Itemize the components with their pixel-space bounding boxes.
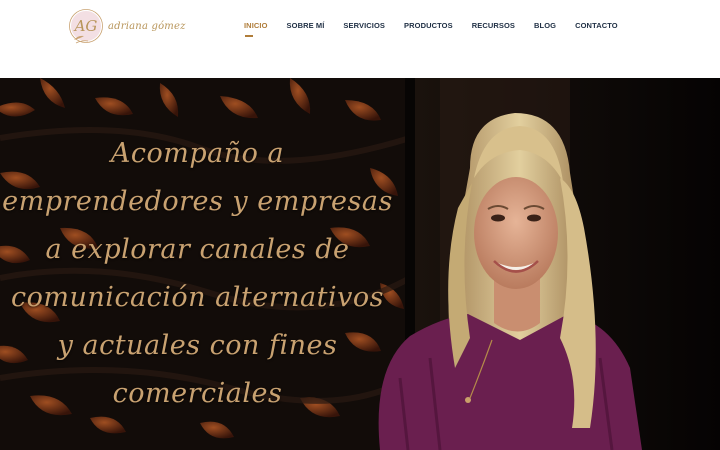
logo-monogram-icon: AG bbox=[69, 9, 103, 44]
hero-headline-line: y actuales con fines bbox=[57, 330, 338, 361]
site-header: AG adriana gómez INICIO SOBRE MÍ SERVICI… bbox=[0, 0, 720, 78]
hero-headline-line: a explorar canales de bbox=[45, 234, 350, 265]
hero-section: Acompaño a emprendedores y empresas a ex… bbox=[0, 78, 720, 450]
nav-servicios[interactable]: SERVICIOS bbox=[343, 21, 385, 30]
hero-headline-line: comerciales bbox=[112, 378, 283, 409]
main-nav: INICIO SOBRE MÍ SERVICIOS PRODUCTOS RECU… bbox=[244, 21, 618, 37]
nav-blog[interactable]: BLOG bbox=[534, 21, 556, 30]
logo-wordmark: adriana gómez bbox=[108, 21, 186, 32]
hero-headline: Acompaño a emprendedores y empresas a ex… bbox=[0, 130, 395, 418]
nav-recursos[interactable]: RECURSOS bbox=[472, 21, 515, 30]
site-logo[interactable]: AG adriana gómez bbox=[68, 6, 185, 50]
hero-headline-line: Acompaño a bbox=[110, 138, 285, 169]
svg-text:AG: AG bbox=[73, 17, 98, 35]
nav-productos[interactable]: PRODUCTOS bbox=[404, 21, 453, 30]
hero-headline-line: emprendedores y empresas bbox=[2, 186, 393, 217]
nav-contacto[interactable]: CONTACTO bbox=[575, 21, 618, 30]
nav-sobre-mi[interactable]: SOBRE MÍ bbox=[287, 21, 325, 30]
hero-headline-line: comunicación alternativos bbox=[11, 282, 384, 313]
nav-inicio[interactable]: INICIO bbox=[244, 21, 268, 37]
